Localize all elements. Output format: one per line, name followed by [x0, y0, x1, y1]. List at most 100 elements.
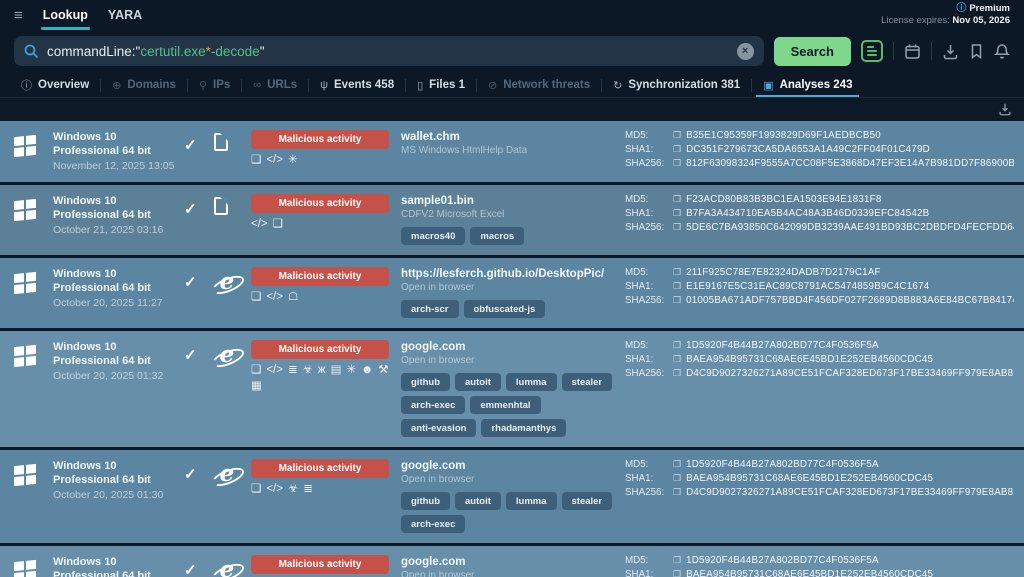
- results-tab-events-458[interactable]: ψEvents 458: [309, 73, 405, 97]
- table-row[interactable]: Windows 10 Professional 64 bit October 2…: [0, 450, 1024, 543]
- tag-stealer[interactable]: stealer: [562, 373, 613, 391]
- tab-lookup[interactable]: Lookup: [43, 0, 88, 30]
- tag-autoit[interactable]: autoit: [455, 373, 501, 391]
- tag-anti-evasion[interactable]: anti-evasion: [401, 419, 476, 437]
- results-tab-overview[interactable]: ⓘOverview: [10, 73, 100, 97]
- code-icon: </>: [251, 218, 268, 231]
- hash-value: BAEA954B95731C68AE6E45BD1E252EB4560CDC45: [686, 473, 933, 484]
- analysis-name[interactable]: google.com: [401, 340, 619, 354]
- hash-value: 211F925C78E7E82324DADB7D2179C1AF: [686, 267, 881, 278]
- verdict-badge: Malicious activity: [251, 555, 389, 574]
- table-row[interactable]: Windows 10 Professional 64 bit October 2…: [0, 185, 1024, 255]
- tag-github[interactable]: github: [401, 373, 450, 391]
- tag-list: macros40 macros: [401, 227, 619, 245]
- launch-type-cell: e: [214, 343, 251, 367]
- tag-rhadamanthys[interactable]: rhadamanthys: [481, 419, 566, 437]
- tag-macros40[interactable]: macros40: [401, 227, 465, 245]
- tag-list: arch-scr obfuscated-js: [401, 300, 619, 318]
- hash-label: MD5:: [625, 194, 668, 205]
- calendar-icon[interactable]: [904, 43, 921, 60]
- copy-icon[interactable]: ❐: [673, 194, 681, 205]
- copy-icon[interactable]: ❐: [673, 281, 681, 292]
- hash-line-md5: MD5:❐F23ACD80B83B3BC1EA1503E94E1831F8: [625, 194, 1014, 205]
- tag-lumma[interactable]: lumma: [506, 492, 557, 510]
- copy-icon[interactable]: ❐: [673, 354, 681, 365]
- hash-cell: MD5:❐1D5920F4B44B27A802BD77C4F0536F5ASHA…: [625, 340, 1024, 382]
- copy-icon[interactable]: ❐: [673, 459, 681, 470]
- copy-icon[interactable]: ❐: [673, 208, 681, 219]
- table-row[interactable]: Windows 10 Professional 64 bit October 2…: [0, 546, 1024, 577]
- hash-line-sha256: SHA256:❐812F63098324F9555A7CC08F5E3868D4…: [625, 158, 1014, 169]
- hash-label: MD5:: [625, 267, 668, 278]
- results-tab-files-1[interactable]: ▯Files 1: [406, 73, 476, 97]
- premium-info-icon[interactable]: ⓘ: [956, 3, 966, 14]
- table-row[interactable]: Windows 10 Professional 64 bit November …: [0, 121, 1024, 182]
- tag-github[interactable]: github: [401, 492, 450, 510]
- analysis-name[interactable]: sample01.bin: [401, 194, 619, 208]
- copy-icon[interactable]: ❐: [673, 158, 681, 169]
- copy-icon[interactable]: ❐: [673, 555, 681, 566]
- menu-icon[interactable]: ≡: [14, 7, 23, 24]
- analysis-date: November 12, 2025 13:05: [53, 160, 184, 172]
- tag-macros[interactable]: macros: [470, 227, 524, 245]
- hash-value: 1D5920F4B44B27A802BD77C4F0536F5A: [686, 340, 879, 351]
- internet-explorer-icon: e: [214, 343, 240, 367]
- copy-icon[interactable]: ❐: [673, 569, 681, 577]
- hash-label: MD5:: [625, 555, 668, 566]
- results-tab-synchronization-381[interactable]: ↻Synchronization 381: [602, 73, 751, 97]
- os-cell: Windows 10 Professional 64 bit October 2…: [14, 267, 184, 309]
- tag-autoit[interactable]: autoit: [455, 492, 501, 510]
- activity-icons: ❏</>☖: [251, 291, 389, 304]
- check-icon: ✓: [184, 465, 214, 483]
- search-query[interactable]: commandLine:"certutil.exe*-decode": [47, 44, 728, 59]
- copy-icon[interactable]: ❐: [673, 144, 681, 155]
- verdict-cell: Malicious activity ❏</>☖: [251, 267, 389, 304]
- results-tab-network-threats: ⊘Network threats: [477, 73, 601, 97]
- tag-arch-exec[interactable]: arch-exec: [401, 515, 465, 533]
- windows-logo-icon: [14, 272, 36, 310]
- copy-icon[interactable]: ❐: [673, 295, 681, 306]
- saved-queries-icon[interactable]: [861, 40, 883, 62]
- windows-logo-icon: [14, 464, 36, 502]
- hash-line-md5: MD5:❐B35E1C95359F1993829D69F1AEDBCB50: [625, 130, 1014, 141]
- table-row[interactable]: Windows 10 Professional 64 bit October 2…: [0, 331, 1024, 447]
- results-tab-label: Events 458: [334, 79, 394, 91]
- search-input[interactable]: commandLine:"certutil.exe*-decode" ×: [14, 36, 764, 66]
- info-icon: ⓘ: [21, 77, 32, 93]
- copy-icon[interactable]: ❐: [673, 340, 681, 351]
- export-download-icon[interactable]: [998, 102, 1012, 116]
- analysis-name[interactable]: google.com: [401, 459, 619, 473]
- hash-label: SHA1:: [625, 281, 668, 292]
- analyses-table: Windows 10 Professional 64 bit November …: [0, 121, 1024, 577]
- tag-obfuscated-js[interactable]: obfuscated-js: [464, 300, 546, 318]
- search-button[interactable]: Search: [774, 37, 851, 66]
- link-icon: ∞: [253, 79, 261, 91]
- hash-cell: MD5:❐B35E1C95359F1993829D69F1AEDBCB50 SHA…: [625, 130, 1024, 172]
- tag-arch-scr[interactable]: arch-scr: [401, 300, 459, 318]
- copy-icon[interactable]: ❐: [673, 473, 681, 484]
- copy-icon[interactable]: ❐: [673, 267, 681, 278]
- bookmark-icon[interactable]: [969, 43, 984, 59]
- copy-icon[interactable]: ❐: [673, 368, 681, 379]
- copy-icon[interactable]: ❐: [673, 130, 681, 141]
- tag-emmenhtal[interactable]: emmenhtal: [470, 396, 540, 414]
- windows-logo-icon: [14, 199, 36, 237]
- tools-icon: ⚒: [378, 364, 388, 377]
- analysis-name[interactable]: wallet.chm: [401, 130, 619, 144]
- analyses-icon: ▣: [763, 79, 773, 92]
- table-row[interactable]: Windows 10 Professional 64 bit October 2…: [0, 258, 1024, 328]
- copy-icon[interactable]: ❐: [673, 487, 681, 498]
- bell-icon[interactable]: [994, 43, 1010, 60]
- tag-lumma[interactable]: lumma: [506, 373, 557, 391]
- snowflake-icon: ✳: [288, 154, 298, 167]
- analysis-name[interactable]: https://lesferch.github.io/DesktopPic/: [401, 267, 619, 281]
- tab-yara[interactable]: YARA: [108, 0, 142, 30]
- tag-stealer[interactable]: stealer: [562, 492, 613, 510]
- tag-arch-exec[interactable]: arch-exec: [401, 396, 465, 414]
- analysis-name[interactable]: google.com: [401, 555, 619, 569]
- clear-icon[interactable]: ×: [737, 43, 754, 60]
- results-tab-analyses-243[interactable]: ▣Analyses 243: [752, 73, 863, 97]
- copy-icon[interactable]: ❐: [673, 222, 681, 233]
- download-icon[interactable]: [942, 43, 959, 60]
- hash-value: 01005BA671ADF757BBD4F456DF027F2689D8B883…: [686, 295, 1014, 306]
